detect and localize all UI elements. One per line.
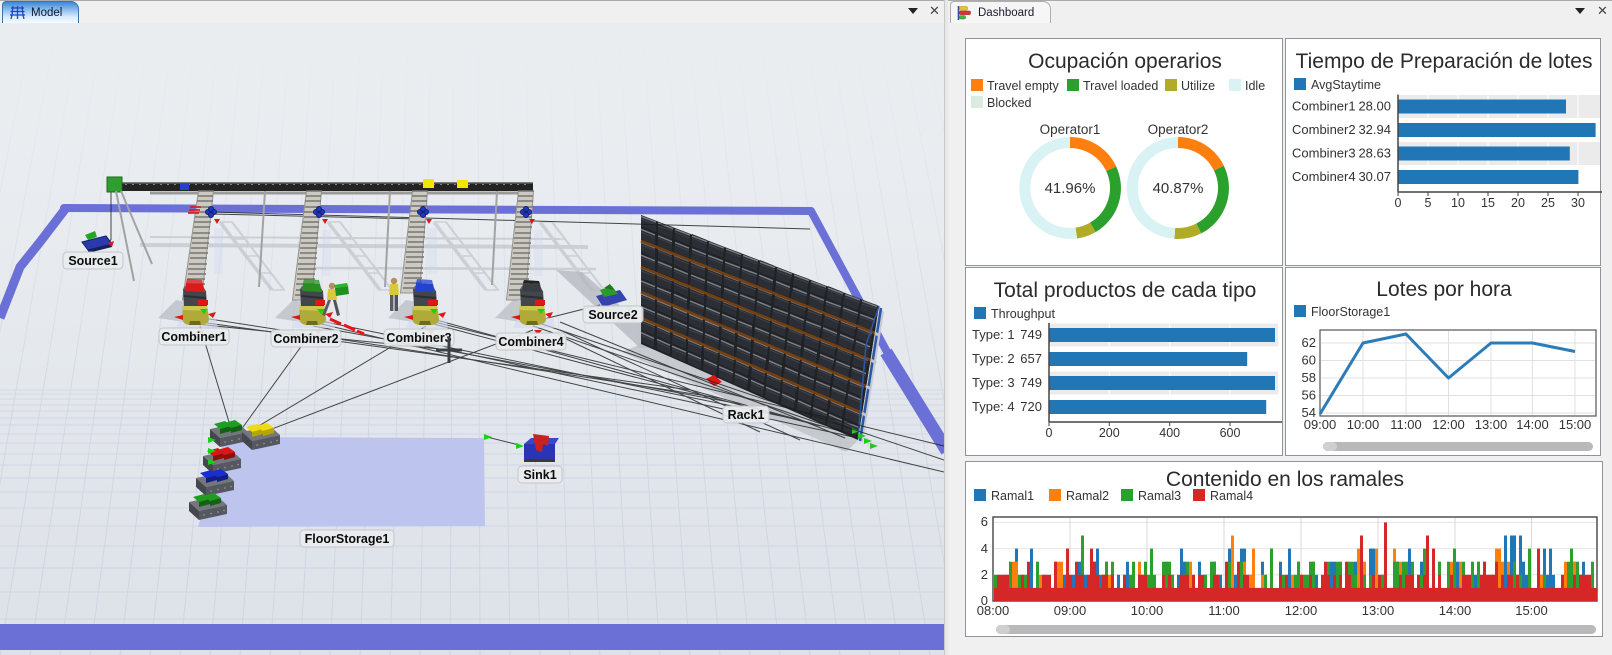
svg-text:Combiner4: Combiner4 <box>498 335 563 349</box>
svg-text:58: 58 <box>1302 370 1316 385</box>
svg-text:Combiner2: Combiner2 <box>1292 122 1356 137</box>
svg-text:13:00: 13:00 <box>1475 417 1508 432</box>
svg-text:Ramal4: Ramal4 <box>1210 489 1253 503</box>
svg-text:12:00: 12:00 <box>1285 603 1318 618</box>
svg-text:749: 749 <box>1020 375 1042 390</box>
svg-text:Tiempo de Preparación de lotes: Tiempo de Preparación de lotes <box>1296 50 1593 73</box>
svg-text:60: 60 <box>1302 353 1316 368</box>
svg-text:11:00: 11:00 <box>1390 417 1422 432</box>
svg-text:25: 25 <box>1541 196 1555 210</box>
svg-text:56: 56 <box>1302 388 1316 403</box>
svg-text:Combiner3: Combiner3 <box>386 331 451 345</box>
svg-text:30: 30 <box>1571 196 1585 210</box>
svg-text:Idle: Idle <box>1245 79 1265 93</box>
svg-text:Utilize: Utilize <box>1181 79 1215 93</box>
svg-text:749: 749 <box>1020 327 1042 342</box>
svg-text:Source1: Source1 <box>68 254 117 268</box>
svg-text:2: 2 <box>981 567 988 582</box>
svg-text:15:00: 15:00 <box>1515 603 1548 618</box>
svg-text:40.87%: 40.87% <box>1153 180 1204 197</box>
svg-text:657: 657 <box>1020 351 1042 366</box>
svg-text:Combiner2: Combiner2 <box>273 332 338 346</box>
svg-text:Ocupación operarios: Ocupación operarios <box>1028 50 1222 73</box>
svg-text:400: 400 <box>1159 426 1180 440</box>
svg-text:Sink1: Sink1 <box>523 468 556 482</box>
svg-text:14:00: 14:00 <box>1516 417 1549 432</box>
svg-text:30.07: 30.07 <box>1358 169 1391 184</box>
svg-text:AvgStaytime: AvgStaytime <box>1311 78 1381 92</box>
svg-text:28.63: 28.63 <box>1358 146 1391 161</box>
svg-text:15:00: 15:00 <box>1559 417 1592 432</box>
svg-text:10: 10 <box>1451 196 1465 210</box>
svg-text:Ramal1: Ramal1 <box>991 489 1034 503</box>
svg-text:Type: 4: Type: 4 <box>972 399 1015 414</box>
svg-text:12:00: 12:00 <box>1432 417 1465 432</box>
svg-text:62: 62 <box>1302 335 1316 350</box>
svg-text:Travel loaded: Travel loaded <box>1083 79 1158 93</box>
svg-text:09:00: 09:00 <box>1054 603 1087 618</box>
svg-text:32.94: 32.94 <box>1358 122 1391 137</box>
svg-text:Combiner1: Combiner1 <box>1292 99 1356 114</box>
svg-text:Lotes por hora: Lotes por hora <box>1376 278 1512 301</box>
svg-text:08:00: 08:00 <box>977 603 1010 618</box>
svg-text:41.96%: 41.96% <box>1045 180 1096 197</box>
svg-text:10:00: 10:00 <box>1131 603 1164 618</box>
svg-text:FloorStorage1: FloorStorage1 <box>1311 305 1390 319</box>
svg-text:600: 600 <box>1220 426 1241 440</box>
svg-text:Type: 2: Type: 2 <box>972 351 1015 366</box>
svg-text:Operator1: Operator1 <box>1040 122 1101 137</box>
svg-text:15: 15 <box>1481 196 1495 210</box>
svg-text:Travel empty: Travel empty <box>987 79 1060 93</box>
svg-text:Throughput: Throughput <box>991 307 1055 321</box>
svg-text:200: 200 <box>1099 426 1120 440</box>
svg-text:10:00: 10:00 <box>1347 417 1380 432</box>
svg-text:Source2: Source2 <box>588 308 637 322</box>
svg-text:Type: 3: Type: 3 <box>972 375 1015 390</box>
svg-text:13:00: 13:00 <box>1362 603 1395 618</box>
svg-text:28.00: 28.00 <box>1358 99 1391 114</box>
svg-text:5: 5 <box>1425 196 1432 210</box>
svg-text:Blocked: Blocked <box>987 96 1032 110</box>
svg-text:Combiner3: Combiner3 <box>1292 146 1356 161</box>
svg-text:Type: 1: Type: 1 <box>972 327 1015 342</box>
svg-text:Total productos de cada tipo: Total productos de cada tipo <box>994 279 1257 302</box>
svg-text:Ramal2: Ramal2 <box>1066 489 1109 503</box>
svg-text:FloorStorage1: FloorStorage1 <box>305 532 390 546</box>
svg-text:20: 20 <box>1511 196 1525 210</box>
svg-text:Contenido en los ramales: Contenido en los ramales <box>1166 468 1404 491</box>
svg-text:Combiner4: Combiner4 <box>1292 169 1356 184</box>
svg-text:4: 4 <box>981 541 988 556</box>
svg-text:11:00: 11:00 <box>1208 603 1240 618</box>
svg-text:6: 6 <box>981 514 988 529</box>
svg-text:14:00: 14:00 <box>1439 603 1472 618</box>
svg-text:0: 0 <box>1046 426 1053 440</box>
svg-text:Rack1: Rack1 <box>728 408 765 422</box>
svg-text:720: 720 <box>1020 399 1042 414</box>
svg-text:Operator2: Operator2 <box>1148 122 1209 137</box>
svg-text:09:00: 09:00 <box>1304 417 1337 432</box>
svg-text:Combiner1: Combiner1 <box>161 330 226 344</box>
svg-text:Ramal3: Ramal3 <box>1138 489 1181 503</box>
svg-text:0: 0 <box>1395 196 1402 210</box>
